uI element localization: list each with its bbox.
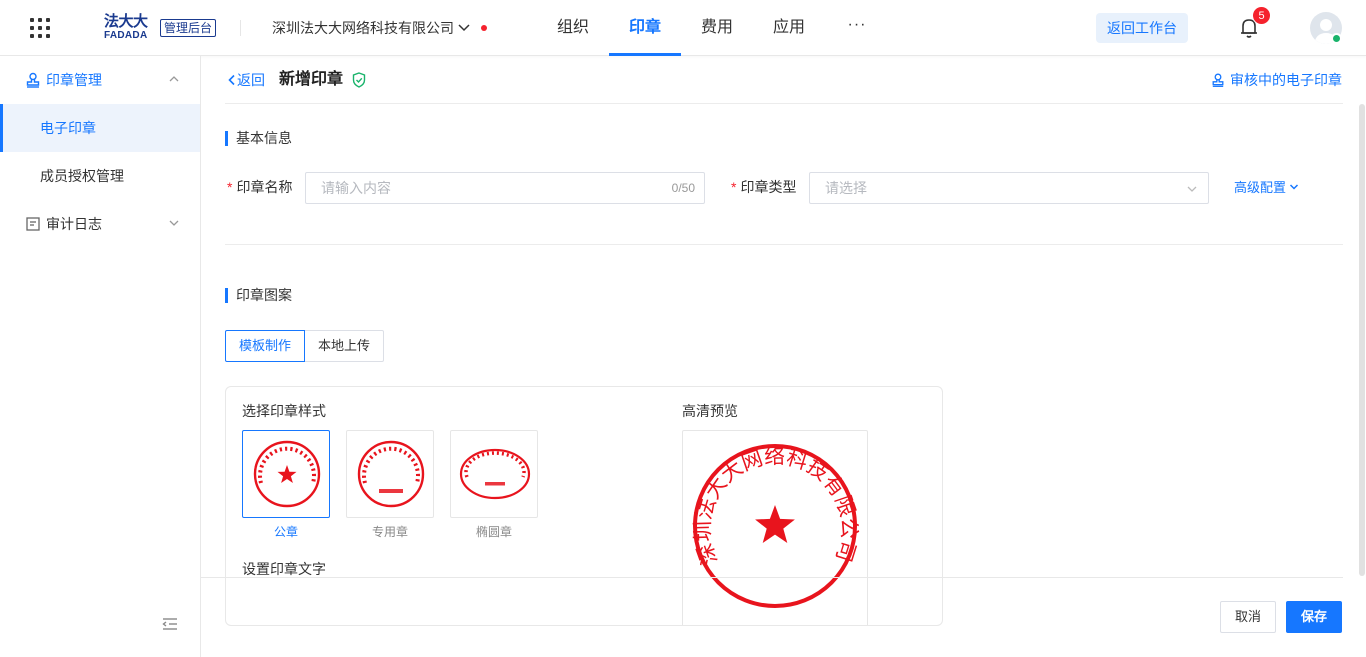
seal-type-select[interactable] [809, 172, 1209, 204]
special-seal-thumbnail [357, 440, 425, 508]
reviewing-seals-label: 审核中的电子印章 [1230, 72, 1342, 88]
char-counter: 0/50 [671, 181, 695, 195]
seal-name-label-text: 印章名称 [236, 179, 293, 195]
cancel-button[interactable]: 取消 [1220, 601, 1276, 633]
main-content: 返回 新增印章 审核中的电子印章 基本信息 *印章名称 0/50 *印章类型 高… [201, 56, 1366, 657]
logo-text-en: FADADA [104, 30, 148, 41]
preview-seal-text: 深圳法大大网络科技有限公司 [691, 444, 861, 568]
sidebar-item-electronic-seal[interactable]: 电子印章 [0, 104, 200, 152]
section-title-basic-info: 基本信息 [225, 130, 292, 146]
style-caption-special: 专用章 [371, 525, 408, 539]
sidebar: 印章管理 电子印章 成员授权管理 审计日志 [0, 56, 201, 657]
seal-preview-image: 深圳法大大网络科技有限公司 [691, 444, 861, 608]
collapse-sidebar-icon[interactable] [162, 617, 178, 631]
back-link[interactable]: 返回 [227, 70, 265, 90]
apps-grid-icon[interactable] [30, 18, 50, 38]
header-divider [240, 20, 241, 36]
save-button[interactable]: 保存 [1286, 601, 1342, 633]
sidebar-group-label: 审计日志 [46, 216, 102, 232]
style-caption-oval: 椭圆章 [475, 525, 512, 539]
style-section-title: 选择印章样式 [242, 403, 326, 419]
preview-section-title: 高清预览 [682, 403, 738, 419]
nav-tab-org[interactable]: 组织 [557, 0, 589, 56]
stamp-designer-panel: 选择印章样式 公章 专用章 椭圆章 设置印章文字 高清预览 深圳法大大网络科技有… [225, 386, 943, 626]
tab-template[interactable]: 模板制作 [225, 330, 305, 362]
logo-text: 法大大 [104, 13, 148, 30]
back-to-workbench-button[interactable]: 返回工作台 [1096, 13, 1188, 43]
seal-name-label: * 印章名称 [227, 178, 292, 196]
seal-preview: 深圳法大大网络科技有限公司 [682, 430, 868, 625]
more-icon[interactable]: ··· [846, 17, 868, 37]
header-divider [225, 103, 1343, 104]
seal-type-label-text: 印章类型 [740, 179, 797, 195]
scrollbar[interactable] [1359, 104, 1365, 576]
online-status-icon [1331, 33, 1342, 44]
style-caption-official: 公章 [273, 525, 298, 539]
sidebar-group-label: 印章管理 [46, 72, 102, 88]
top-bar: 法大大 FADADA 管理后台 深圳法大大网络科技有限公司 组织 印章 费用 应… [0, 0, 1366, 56]
sidebar-group-seal-management[interactable]: 印章管理 [0, 56, 200, 104]
section-divider [225, 244, 1343, 245]
advanced-config-label: 高级配置 [1234, 180, 1287, 195]
sidebar-item-member-authorization[interactable]: 成员授权管理 [0, 152, 200, 200]
reviewing-seals-link[interactable]: 审核中的电子印章 [1212, 70, 1342, 90]
required-mark: * [227, 179, 233, 195]
chevron-up-icon [169, 76, 179, 82]
chevron-down-icon [1289, 184, 1299, 190]
brand-logo[interactable]: 法大大 FADADA [104, 14, 154, 42]
stamp-icon [26, 72, 40, 88]
nav-tab-apps[interactable]: 应用 [773, 0, 805, 56]
admin-badge: 管理后台 [160, 19, 217, 37]
seal-name-input-wrapper: 0/50 [305, 172, 705, 204]
set-text-section-title: 设置印章文字 [242, 561, 326, 577]
style-card-oval[interactable] [450, 430, 538, 518]
tab-local-upload[interactable]: 本地上传 [304, 330, 384, 362]
shield-check-icon [352, 72, 366, 88]
back-label: 返回 [237, 72, 265, 88]
svg-text:深圳法大大网络科技有限公司: 深圳法大大网络科技有限公司 [691, 444, 861, 568]
nav-tab-seal[interactable]: 印章 [627, 0, 663, 56]
style-card-special[interactable] [346, 430, 434, 518]
footer-divider [201, 577, 1343, 578]
chevron-down-icon [1187, 186, 1197, 192]
page-title: 新增印章 [279, 71, 344, 88]
required-mark: * [731, 179, 737, 195]
section-title-seal-pattern: 印章图案 [225, 287, 292, 303]
chevron-down-icon[interactable] [457, 19, 471, 37]
seal-type-label: * 印章类型 [731, 178, 796, 196]
nav-tab-fees[interactable]: 费用 [701, 0, 733, 56]
sidebar-group-audit-log[interactable]: 审计日志 [0, 200, 200, 248]
advanced-config-link[interactable]: 高级配置 [1234, 179, 1299, 197]
style-card-official[interactable] [242, 430, 330, 518]
official-seal-thumbnail [253, 440, 321, 508]
seal-type-select-input[interactable] [810, 173, 1208, 203]
chevron-left-icon [228, 74, 235, 86]
chevron-down-icon [169, 220, 179, 226]
company-switcher[interactable]: 深圳法大大网络科技有限公司 [272, 19, 454, 37]
seal-name-input[interactable] [306, 173, 704, 203]
status-dot [481, 25, 487, 31]
user-icon [1212, 73, 1224, 87]
oval-seal-thumbnail [459, 448, 531, 500]
log-icon [26, 217, 40, 231]
notification-badge: 5 [1252, 6, 1271, 25]
